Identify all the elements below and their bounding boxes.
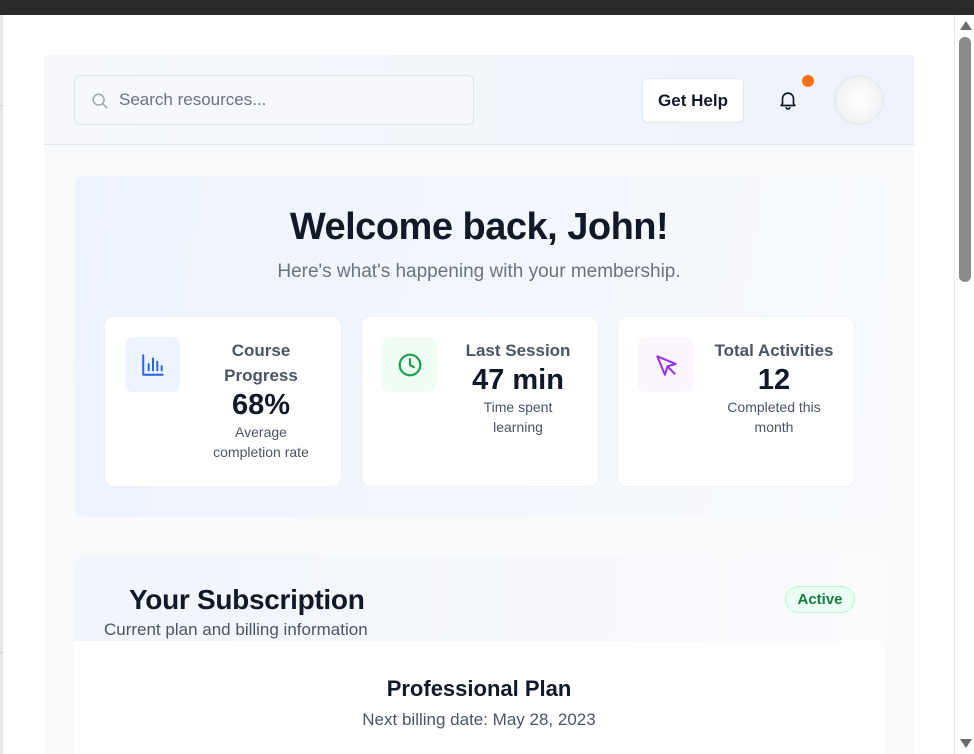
avatar[interactable] — [834, 75, 884, 125]
notification-dot — [802, 75, 814, 87]
stat-icon-box — [125, 337, 180, 392]
billing-date: Next billing date: May 28, 2023 — [362, 710, 596, 729]
search-icon — [92, 93, 108, 109]
left-panel-divider — [0, 652, 3, 653]
app-main: Get Help Welcome back, John! Here's what… — [44, 55, 914, 754]
welcome-card: Welcome back, John! Here's what's happen… — [74, 176, 884, 517]
stat-text: Course Progress 68% Average completion r… — [200, 338, 322, 462]
stat-card-total-activities: Total Activities 12 Completed this month — [617, 316, 855, 487]
stat-card-last-session: Last Session 47 min Time spent learning — [361, 316, 599, 487]
stat-value: 47 min — [472, 364, 564, 396]
left-panel-edge — [0, 15, 3, 754]
stat-label: Last Session — [465, 341, 571, 360]
search-box[interactable] — [74, 75, 474, 125]
welcome-subtitle: Here's what's happening with your member… — [277, 261, 681, 282]
subscription-header: Your Subscription Current plan and billi… — [74, 556, 884, 641]
subscription-subtitle: Current plan and billing information — [104, 620, 368, 639]
clock-icon — [398, 353, 421, 376]
scroll-thumb[interactable] — [959, 37, 971, 282]
browser-top-bar — [0, 0, 974, 15]
stat-label: Total Activities — [714, 341, 834, 360]
stat-text: Last Session 47 min Time spent learning — [457, 338, 579, 437]
stat-card-course-progress: Course Progress 68% Average completion r… — [104, 316, 342, 487]
cursor-pointer-icon — [655, 354, 677, 376]
stat-value: 12 — [757, 364, 791, 396]
search-input[interactable] — [119, 76, 459, 124]
stat-description: Completed this month — [727, 399, 821, 435]
stat-description: Average completion rate — [213, 424, 309, 460]
subscription-title: Your Subscription — [129, 584, 365, 615]
stat-value: 68% — [231, 389, 291, 421]
top-header: Get Help — [44, 55, 914, 145]
bell-icon[interactable] — [777, 89, 799, 111]
scroll-down-arrow-icon[interactable] — [960, 739, 972, 748]
stat-icon-box — [638, 337, 693, 392]
stat-description: Time spent learning — [483, 399, 553, 435]
stat-text: Total Activities 12 Completed this month — [713, 338, 835, 437]
left-panel-divider — [0, 105, 3, 106]
scroll-up-arrow-icon[interactable] — [960, 21, 972, 30]
subscription-card: Your Subscription Current plan and billi… — [74, 556, 884, 754]
scrollbar[interactable] — [954, 15, 974, 754]
stat-label: Course Progress — [224, 341, 298, 385]
get-help-button[interactable]: Get Help — [642, 78, 744, 123]
plan-name: Professional Plan — [386, 676, 572, 701]
bar-chart-icon — [141, 353, 164, 376]
stat-icon-box — [382, 337, 437, 392]
status-badge: Active — [785, 586, 855, 613]
welcome-title: Welcome back, John! — [289, 206, 669, 248]
